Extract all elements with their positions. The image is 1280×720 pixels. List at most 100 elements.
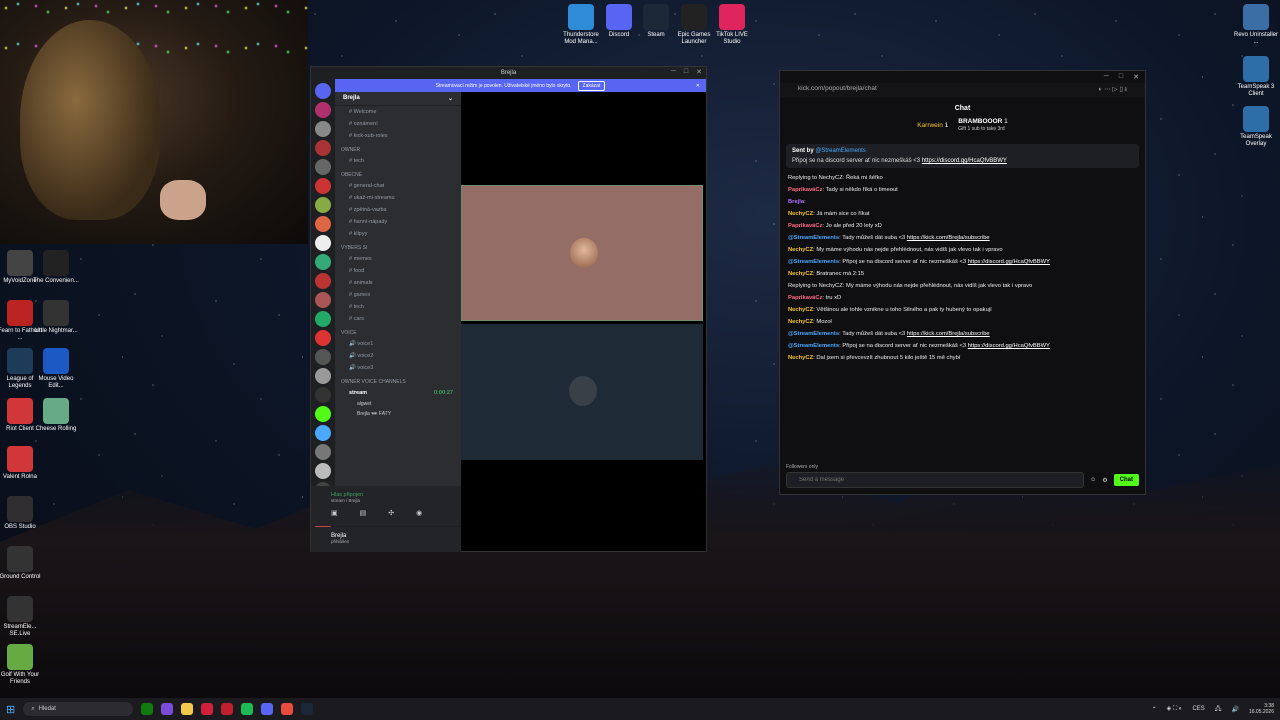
kick-chat-window[interactable]: ─ □ ✕ kick.com/popout/brejla/chat ◐ ⋯ ▷ … — [779, 70, 1146, 495]
server-icon[interactable] — [315, 83, 331, 99]
gift-target[interactable]: BRAMBOOOR — [958, 118, 1002, 125]
channel-item[interactable]: # tech — [335, 155, 461, 167]
server-icon[interactable] — [315, 235, 331, 251]
channel-item[interactable]: # animals — [335, 277, 461, 289]
channel-item[interactable]: # cars — [335, 313, 461, 325]
channel-item[interactable]: 🔊 voice1 — [335, 338, 461, 350]
xbox-icon[interactable] — [141, 703, 154, 715]
channel-item[interactable]: # ukaž-mi-streamu — [335, 192, 461, 204]
channel-item[interactable]: # Welcome — [335, 106, 461, 118]
category-general[interactable]: OBECNÉ — [335, 167, 461, 180]
minimize-icon[interactable]: ─ — [671, 68, 676, 76]
channel-item[interactable]: 🔊 voice3 — [335, 362, 461, 374]
server-icon[interactable] — [315, 216, 331, 232]
server-icon[interactable] — [315, 102, 331, 118]
category-other[interactable]: VYBERS SI — [335, 240, 461, 253]
activity-icon[interactable]: ✣ — [388, 509, 394, 517]
server-icon[interactable] — [315, 311, 331, 327]
minimize-icon[interactable]: ─ — [1104, 73, 1109, 81]
chat-username[interactable]: Brejla — [788, 199, 804, 205]
chat-username[interactable]: NechyCZ — [788, 271, 813, 277]
chevron-down-icon[interactable]: ⌄ — [448, 95, 453, 102]
clock[interactable]: 3:38 16.05.2026 — [1249, 703, 1274, 715]
steam-icon[interactable] — [301, 703, 314, 715]
network-icon[interactable]: 🖧 — [1215, 704, 1222, 714]
server-icon[interactable] — [315, 425, 331, 441]
server-icon[interactable] — [315, 406, 331, 422]
camera-icon[interactable]: ▣ — [331, 509, 338, 517]
gift-user[interactable]: Karrwein — [917, 122, 943, 129]
desktop-icon[interactable]: Golf With Your Friends — [0, 644, 44, 685]
volume-icon[interactable]: 🔊 — [1231, 706, 1238, 713]
chat-username[interactable]: NechyCZ — [788, 307, 813, 313]
server-icon[interactable] — [315, 349, 331, 365]
server-icon[interactable] — [315, 159, 331, 175]
desktop-icon[interactable]: StreamEle... SE.Live — [0, 596, 44, 637]
server-icon[interactable] — [315, 197, 331, 213]
copilot-icon[interactable] — [161, 703, 174, 715]
desktop-icon[interactable]: Ground Control — [0, 546, 44, 581]
discord-titlebar[interactable]: Brejla ─ □ ✕ — [311, 67, 706, 79]
taskbar-search[interactable]: ⌕ Hledat — [23, 702, 134, 716]
chevron-up-icon[interactable]: ⌃ — [1152, 706, 1157, 713]
server-icon[interactable] — [315, 121, 331, 137]
pinned-link[interactable]: https://discord.gg/HcaQfvBBWY — [922, 158, 1007, 164]
maximize-icon[interactable]: □ — [1119, 73, 1123, 81]
server-icon[interactable] — [315, 463, 331, 479]
server-icon[interactable] — [315, 330, 331, 346]
server-icon[interactable] — [315, 387, 331, 403]
language-indicator[interactable]: CES — [1192, 706, 1204, 712]
chat-username[interactable]: PaprikaváCz — [788, 187, 822, 193]
chat-send-button[interactable]: Chat — [1113, 474, 1139, 486]
channel-item[interactable]: # memes — [335, 253, 461, 265]
app-icon[interactable] — [221, 703, 234, 715]
channel-item[interactable]: # zpětná-vazba — [335, 204, 461, 216]
discord-icon[interactable] — [261, 703, 274, 715]
server-icon[interactable] — [315, 273, 331, 289]
chat-username[interactable]: @StreamElements — [788, 259, 839, 265]
category-owner-voice[interactable]: OWNER VOICE CHANNELS — [335, 374, 461, 387]
desktop-icon[interactable]: Valent Rolna — [0, 446, 44, 481]
file-explorer-icon[interactable] — [181, 703, 194, 715]
chat-username[interactable]: @StreamElements — [788, 235, 839, 241]
video-tile[interactable] — [461, 324, 703, 460]
desktop-icon[interactable]: Revo Uninstaller ... — [1232, 4, 1280, 45]
server-icon[interactable] — [315, 444, 331, 460]
tray-icons[interactable]: ◈ ⛶ ◐ — [1167, 705, 1183, 713]
server-icon[interactable] — [315, 368, 331, 384]
chat-link[interactable]: https://kick.com/Brejla/subscribe — [907, 235, 990, 241]
chat-username[interactable]: NechyCZ — [788, 247, 813, 253]
chat-username[interactable]: @StreamElements — [788, 331, 839, 337]
channel-item[interactable]: # food — [335, 265, 461, 277]
channel-item[interactable]: # games — [335, 289, 461, 301]
category-voice[interactable]: VOICE — [335, 325, 461, 338]
server-icon[interactable] — [315, 140, 331, 156]
chat-username[interactable]: PaprikaváCz — [788, 295, 822, 301]
toolbar-icons[interactable]: ◐ ⋯ ▷ ▯ ⭳ — [1098, 85, 1127, 95]
desktop-icon[interactable]: Cheese Rolling — [32, 398, 80, 433]
disable-button[interactable]: Zakázat — [577, 80, 606, 91]
spotify-icon[interactable] — [241, 703, 254, 715]
discord-window[interactable]: Brejla ─ □ ✕ Streamovací režim je povole… — [310, 66, 707, 552]
chat-username[interactable]: NechyCZ — [788, 319, 813, 325]
close-icon[interactable]: ✕ — [696, 68, 702, 76]
channel-item[interactable]: 🔊 voice2 — [335, 350, 461, 362]
soundboard-icon[interactable]: ◉ — [416, 509, 422, 517]
opera-icon[interactable] — [201, 703, 214, 715]
emote-icon[interactable]: ☺ — [1090, 477, 1096, 483]
channel-item[interactable]: # hanní-nápady — [335, 216, 461, 228]
channel-item[interactable]: # oznámení — [335, 118, 461, 130]
channel-item[interactable]: # klipyy — [335, 228, 461, 240]
guild-header[interactable]: Brejla ⌄ — [335, 92, 461, 106]
screen-share-icon[interactable]: ▤ — [360, 509, 367, 517]
chat-username[interactable]: NechyCZ — [788, 211, 813, 217]
chat-username[interactable]: NechyCZ — [788, 355, 813, 361]
desktop-icon[interactable]: TeamSpeak 3 Client — [1232, 56, 1280, 97]
voice-user[interactable]: Brejla 🕶 FATY — [335, 409, 461, 419]
server-icon[interactable] — [315, 292, 331, 308]
channel-item[interactable]: # tech — [335, 301, 461, 313]
video-tile[interactable] — [461, 185, 703, 321]
server-icon[interactable] — [315, 178, 331, 194]
banner-close-icon[interactable]: ✕ — [696, 83, 700, 89]
channel-item[interactable]: # general-chat — [335, 180, 461, 192]
